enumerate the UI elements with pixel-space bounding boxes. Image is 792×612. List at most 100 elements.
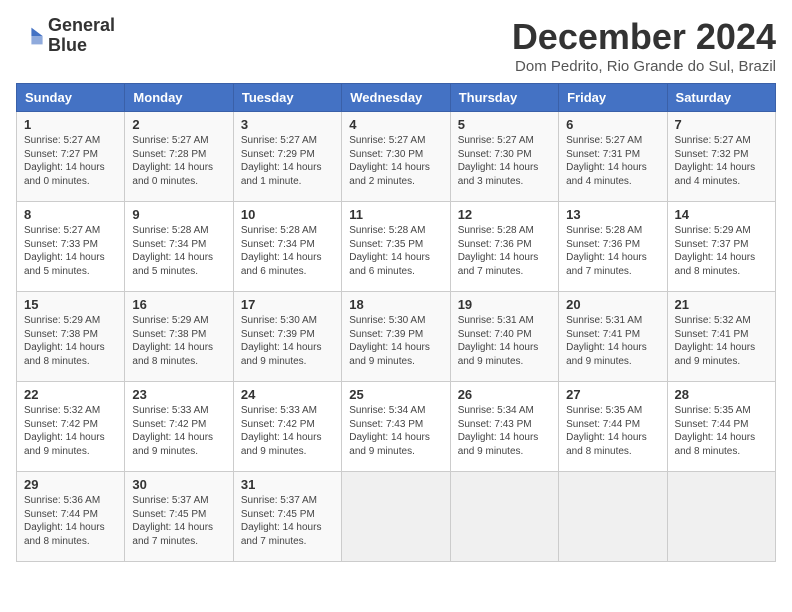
calendar-cell: 15 Sunrise: 5:29 AM Sunset: 7:38 PM Dayl… [17,292,125,382]
cell-content: Sunrise: 5:27 AM Sunset: 7:27 PM Dayligh… [24,134,117,188]
header: General Blue December 2024 Dom Pedrito, … [16,16,776,75]
calendar-weekday-header: Tuesday [233,84,341,112]
cell-content: Sunrise: 5:27 AM Sunset: 7:32 PM Dayligh… [675,134,768,188]
calendar-table: SundayMondayTuesdayWednesdayThursdayFrid… [16,83,776,562]
day-number: 10 [241,207,334,222]
cell-content: Sunrise: 5:30 AM Sunset: 7:39 PM Dayligh… [349,314,442,368]
calendar-cell: 3 Sunrise: 5:27 AM Sunset: 7:29 PM Dayli… [233,112,341,202]
calendar-cell: 4 Sunrise: 5:27 AM Sunset: 7:30 PM Dayli… [342,112,450,202]
calendar-weekday-header: Monday [125,84,233,112]
cell-content: Sunrise: 5:32 AM Sunset: 7:42 PM Dayligh… [24,404,117,458]
cell-content: Sunrise: 5:27 AM Sunset: 7:31 PM Dayligh… [566,134,659,188]
calendar-weekday-header: Friday [559,84,667,112]
day-number: 18 [349,297,442,312]
calendar-cell [559,472,667,562]
cell-content: Sunrise: 5:28 AM Sunset: 7:34 PM Dayligh… [241,224,334,278]
calendar-cell: 12 Sunrise: 5:28 AM Sunset: 7:36 PM Dayl… [450,202,558,292]
cell-content: Sunrise: 5:27 AM Sunset: 7:30 PM Dayligh… [458,134,551,188]
calendar-cell: 27 Sunrise: 5:35 AM Sunset: 7:44 PM Dayl… [559,382,667,472]
calendar-cell: 21 Sunrise: 5:32 AM Sunset: 7:41 PM Dayl… [667,292,775,382]
cell-content: Sunrise: 5:28 AM Sunset: 7:34 PM Dayligh… [132,224,225,278]
cell-content: Sunrise: 5:31 AM Sunset: 7:41 PM Dayligh… [566,314,659,368]
calendar-cell: 28 Sunrise: 5:35 AM Sunset: 7:44 PM Dayl… [667,382,775,472]
day-number: 13 [566,207,659,222]
page-container: General Blue December 2024 Dom Pedrito, … [16,16,776,562]
day-number: 21 [675,297,768,312]
day-number: 2 [132,117,225,132]
calendar-weekday-header: Saturday [667,84,775,112]
day-number: 5 [458,117,551,132]
day-number: 17 [241,297,334,312]
calendar-cell: 14 Sunrise: 5:29 AM Sunset: 7:37 PM Dayl… [667,202,775,292]
calendar-body: 1 Sunrise: 5:27 AM Sunset: 7:27 PM Dayli… [17,112,776,562]
day-number: 30 [132,477,225,492]
calendar-week-row: 15 Sunrise: 5:29 AM Sunset: 7:38 PM Dayl… [17,292,776,382]
cell-content: Sunrise: 5:28 AM Sunset: 7:35 PM Dayligh… [349,224,442,278]
calendar-cell: 31 Sunrise: 5:37 AM Sunset: 7:45 PM Dayl… [233,472,341,562]
calendar-cell [450,472,558,562]
calendar-cell: 16 Sunrise: 5:29 AM Sunset: 7:38 PM Dayl… [125,292,233,382]
calendar-cell: 7 Sunrise: 5:27 AM Sunset: 7:32 PM Dayli… [667,112,775,202]
cell-content: Sunrise: 5:34 AM Sunset: 7:43 PM Dayligh… [349,404,442,458]
cell-content: Sunrise: 5:28 AM Sunset: 7:36 PM Dayligh… [458,224,551,278]
calendar-cell: 17 Sunrise: 5:30 AM Sunset: 7:39 PM Dayl… [233,292,341,382]
day-number: 31 [241,477,334,492]
calendar-cell: 6 Sunrise: 5:27 AM Sunset: 7:31 PM Dayli… [559,112,667,202]
title-block: December 2024 Dom Pedrito, Rio Grande do… [512,16,776,75]
calendar-cell: 1 Sunrise: 5:27 AM Sunset: 7:27 PM Dayli… [17,112,125,202]
cell-content: Sunrise: 5:33 AM Sunset: 7:42 PM Dayligh… [132,404,225,458]
calendar-cell: 23 Sunrise: 5:33 AM Sunset: 7:42 PM Dayl… [125,382,233,472]
calendar-cell: 24 Sunrise: 5:33 AM Sunset: 7:42 PM Dayl… [233,382,341,472]
calendar-cell: 5 Sunrise: 5:27 AM Sunset: 7:30 PM Dayli… [450,112,558,202]
day-number: 27 [566,387,659,402]
cell-content: Sunrise: 5:34 AM Sunset: 7:43 PM Dayligh… [458,404,551,458]
cell-content: Sunrise: 5:29 AM Sunset: 7:38 PM Dayligh… [132,314,225,368]
cell-content: Sunrise: 5:35 AM Sunset: 7:44 PM Dayligh… [675,404,768,458]
calendar-cell: 18 Sunrise: 5:30 AM Sunset: 7:39 PM Dayl… [342,292,450,382]
day-number: 24 [241,387,334,402]
cell-content: Sunrise: 5:27 AM Sunset: 7:30 PM Dayligh… [349,134,442,188]
location-title: Dom Pedrito, Rio Grande do Sul, Brazil [512,58,776,75]
cell-content: Sunrise: 5:27 AM Sunset: 7:33 PM Dayligh… [24,224,117,278]
day-number: 14 [675,207,768,222]
day-number: 4 [349,117,442,132]
month-title: December 2024 [512,16,776,58]
day-number: 25 [349,387,442,402]
day-number: 7 [675,117,768,132]
calendar-week-row: 29 Sunrise: 5:36 AM Sunset: 7:44 PM Dayl… [17,472,776,562]
logo-line1: General [48,16,115,36]
calendar-cell [342,472,450,562]
cell-content: Sunrise: 5:36 AM Sunset: 7:44 PM Dayligh… [24,494,117,548]
cell-content: Sunrise: 5:33 AM Sunset: 7:42 PM Dayligh… [241,404,334,458]
calendar-cell: 19 Sunrise: 5:31 AM Sunset: 7:40 PM Dayl… [450,292,558,382]
logo-line2: Blue [48,36,115,56]
day-number: 26 [458,387,551,402]
cell-content: Sunrise: 5:31 AM Sunset: 7:40 PM Dayligh… [458,314,551,368]
calendar-cell: 13 Sunrise: 5:28 AM Sunset: 7:36 PM Dayl… [559,202,667,292]
day-number: 22 [24,387,117,402]
cell-content: Sunrise: 5:37 AM Sunset: 7:45 PM Dayligh… [132,494,225,548]
calendar-cell: 10 Sunrise: 5:28 AM Sunset: 7:34 PM Dayl… [233,202,341,292]
calendar-cell: 11 Sunrise: 5:28 AM Sunset: 7:35 PM Dayl… [342,202,450,292]
day-number: 8 [24,207,117,222]
calendar-cell: 25 Sunrise: 5:34 AM Sunset: 7:43 PM Dayl… [342,382,450,472]
calendar-cell [667,472,775,562]
day-number: 6 [566,117,659,132]
day-number: 11 [349,207,442,222]
calendar-cell: 8 Sunrise: 5:27 AM Sunset: 7:33 PM Dayli… [17,202,125,292]
cell-content: Sunrise: 5:30 AM Sunset: 7:39 PM Dayligh… [241,314,334,368]
calendar-cell: 22 Sunrise: 5:32 AM Sunset: 7:42 PM Dayl… [17,382,125,472]
calendar-cell: 29 Sunrise: 5:36 AM Sunset: 7:44 PM Dayl… [17,472,125,562]
cell-content: Sunrise: 5:37 AM Sunset: 7:45 PM Dayligh… [241,494,334,548]
day-number: 1 [24,117,117,132]
logo: General Blue [16,16,115,56]
calendar-week-row: 22 Sunrise: 5:32 AM Sunset: 7:42 PM Dayl… [17,382,776,472]
calendar-cell: 9 Sunrise: 5:28 AM Sunset: 7:34 PM Dayli… [125,202,233,292]
calendar-cell: 30 Sunrise: 5:37 AM Sunset: 7:45 PM Dayl… [125,472,233,562]
day-number: 15 [24,297,117,312]
day-number: 19 [458,297,551,312]
calendar-cell: 2 Sunrise: 5:27 AM Sunset: 7:28 PM Dayli… [125,112,233,202]
calendar-weekday-header: Wednesday [342,84,450,112]
day-number: 16 [132,297,225,312]
cell-content: Sunrise: 5:29 AM Sunset: 7:37 PM Dayligh… [675,224,768,278]
